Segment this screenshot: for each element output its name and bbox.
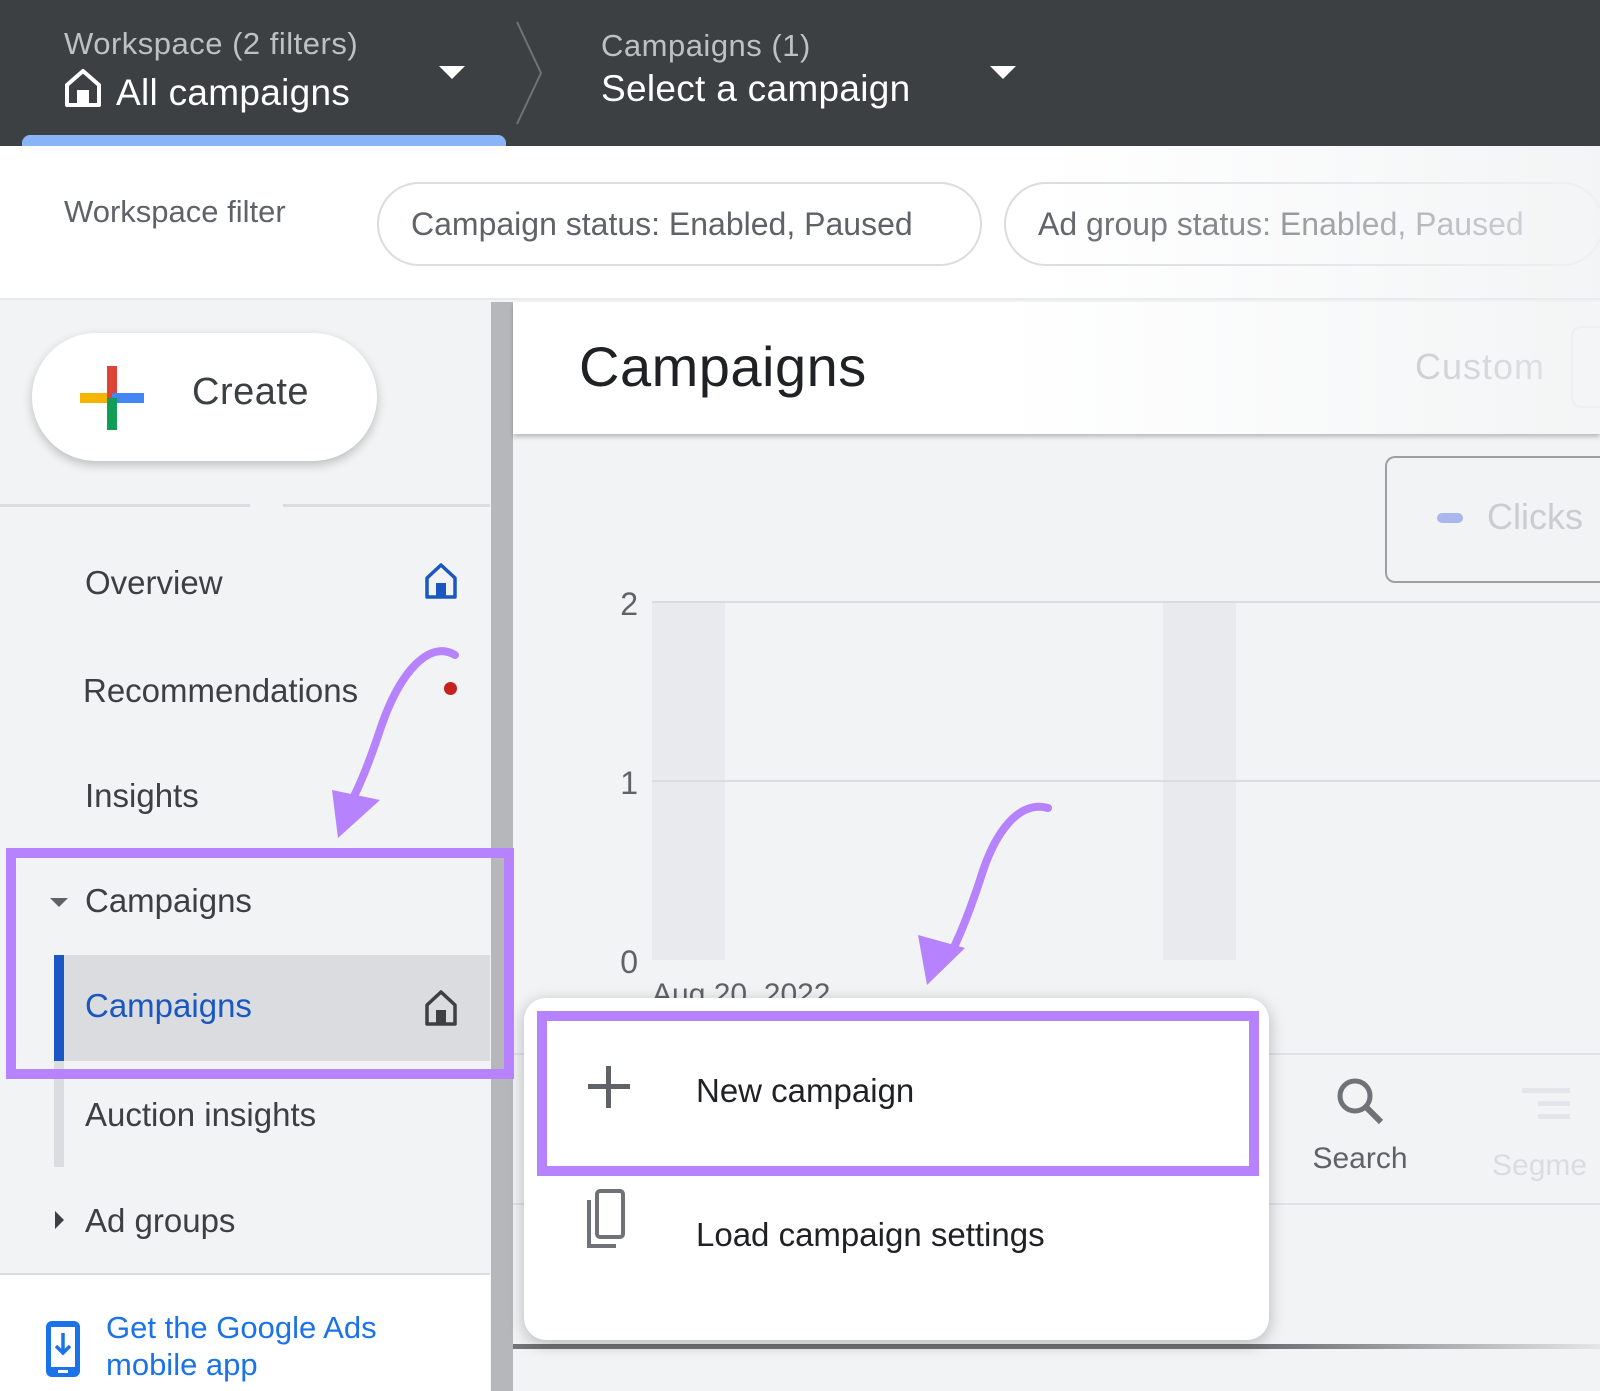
sidebar-group-campaigns[interactable]: Campaigns <box>0 852 490 952</box>
sidebar-item-label: Campaigns <box>85 882 252 919</box>
multicolor-plus-icon <box>80 366 144 430</box>
sidebar-item-campaigns[interactable]: Campaigns <box>54 955 490 1061</box>
campaign-dropdown-arrow-icon[interactable] <box>990 66 1016 79</box>
sidebar-item-auction-insights[interactable]: Auction insights <box>0 1060 490 1160</box>
plus-icon <box>588 1066 630 1108</box>
filter-chip-campaign-status[interactable]: Campaign status: Enabled, Paused <box>377 182 982 266</box>
create-menu: New campaign Load campaign settings <box>524 998 1269 1340</box>
sidebar-item-recommendations[interactable]: Recommendations <box>0 640 490 740</box>
home-icon <box>425 563 457 599</box>
caret-right-icon <box>55 1211 64 1229</box>
date-range-label[interactable]: Custom <box>1415 346 1545 388</box>
sidebar-item-label: Campaigns <box>85 987 252 1024</box>
mobile-app-link[interactable]: Get the Google Ads mobile app <box>106 1309 377 1383</box>
copy-icon <box>587 1189 625 1248</box>
sidebar-divider <box>283 504 490 507</box>
workspace-sublabel: Workspace (2 filters) <box>64 26 359 61</box>
segment-label: Segme <box>1492 1149 1588 1182</box>
sidebar-item-label: Ad groups <box>85 1202 236 1239</box>
sidebar-item-label: Insights <box>85 777 199 814</box>
breadcrumb-chevron-icon <box>516 21 543 125</box>
menu-item-label: New campaign <box>696 1072 915 1109</box>
filter-chip-ad-group-status[interactable]: Ad group status: Enabled, Paused <box>1004 182 1600 266</box>
page-header: Campaigns Custom <box>513 302 1600 434</box>
sidebar-item-ad-groups[interactable]: Ad groups <box>0 1166 490 1266</box>
search-label: Search <box>1312 1142 1408 1175</box>
home-icon <box>425 990 457 1026</box>
create-button-label: Create <box>192 371 310 413</box>
caret-down-icon <box>50 898 68 907</box>
date-range-picker[interactable] <box>1571 326 1600 408</box>
sidebar-scrollbar[interactable] <box>491 302 513 1391</box>
segment-icon <box>1522 1088 1570 1119</box>
menu-item-new-campaign[interactable]: New campaign <box>524 1028 1269 1148</box>
page-title: Campaigns <box>579 335 867 398</box>
sidebar-item-insights[interactable]: Insights <box>0 745 490 845</box>
y-tick-label: 2 <box>620 586 638 622</box>
sidebar-item-label: Overview <box>85 564 223 601</box>
metric-label: Clicks <box>1487 496 1583 537</box>
notification-dot-icon <box>444 682 457 695</box>
sidebar-item-overview[interactable]: Overview <box>0 532 490 632</box>
top-navigation-bar: Workspace (2 filters) All campaigns Camp… <box>0 0 1600 146</box>
mobile-download-icon <box>46 1321 80 1377</box>
home-icon <box>64 68 102 117</box>
selected-indicator <box>54 955 64 1061</box>
performance-chart: 0 1 2 Aug 20, 2022 <box>620 586 1600 1000</box>
workspace-label: All campaigns <box>116 71 351 113</box>
workspace-selector[interactable]: Workspace (2 filters) All campaigns <box>64 26 358 117</box>
workspace-dropdown-arrow-icon[interactable] <box>439 66 465 79</box>
y-tick-label: 1 <box>620 765 638 801</box>
sidebar-footer: Get the Google Ads mobile app <box>0 1273 490 1391</box>
campaign-label: Select a campaign <box>601 68 911 109</box>
workspace-filter-bar: Workspace filter Campaign status: Enable… <box>0 146 1600 300</box>
workspace-filter-label: Workspace filter <box>64 194 286 229</box>
menu-item-label: Load campaign settings <box>696 1216 1045 1253</box>
search-button[interactable]: Search <box>1300 1075 1420 1176</box>
search-icon <box>1337 1078 1384 1125</box>
active-tab-indicator <box>22 135 506 146</box>
mobile-app-link-line1: Get the Google Ads <box>106 1310 377 1345</box>
x-tick-label: Aug 20, 2022 <box>652 978 831 1000</box>
legend-swatch <box>1437 513 1463 523</box>
create-button[interactable]: Create <box>32 333 377 461</box>
sidebar-divider <box>0 504 250 507</box>
y-tick-label: 0 <box>620 944 638 980</box>
table-header-divider <box>513 1344 1600 1349</box>
menu-item-load-campaign-settings[interactable]: Load campaign settings <box>524 1178 1269 1298</box>
sidebar-item-label: Recommendations <box>83 672 359 709</box>
mobile-app-link-line2: mobile app <box>106 1347 258 1382</box>
campaign-sublabel: Campaigns (1) <box>601 28 811 63</box>
sidebar-item-label: Auction insights <box>85 1096 317 1133</box>
campaign-selector[interactable]: Campaigns (1) Select a campaign <box>601 28 911 110</box>
